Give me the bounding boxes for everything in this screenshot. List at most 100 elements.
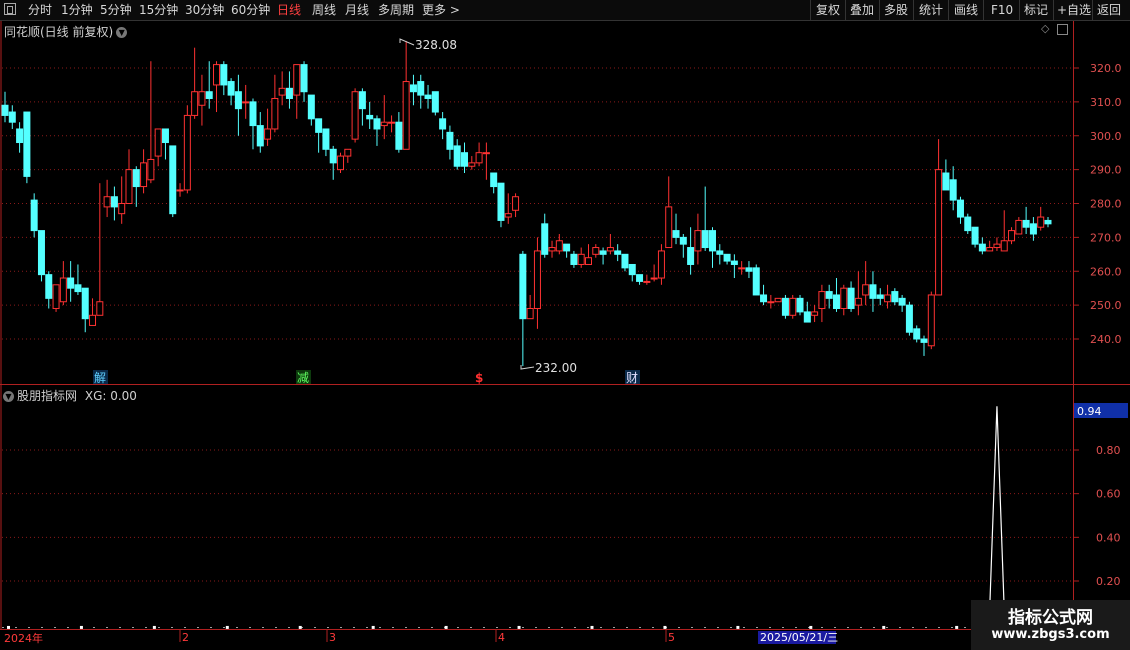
candle [482, 142, 490, 180]
candle [490, 172, 498, 194]
candle [854, 271, 862, 316]
candle [45, 271, 53, 309]
candle [23, 111, 31, 184]
y-tick-label: 320.0 [1090, 62, 1122, 75]
candle [840, 284, 848, 316]
y-tick-label: 0.80 [1096, 444, 1121, 457]
candle [161, 128, 169, 160]
month-label: 4 [498, 631, 505, 644]
candle [417, 74, 425, 109]
month-label: 2 [182, 631, 189, 644]
candle [337, 152, 345, 174]
candle [1015, 217, 1023, 235]
candle [74, 264, 82, 295]
low-price-label: 232.00 [535, 361, 577, 375]
candle [461, 142, 469, 174]
candle [395, 112, 403, 153]
candle [278, 71, 286, 106]
candle [373, 115, 381, 146]
watermark: 指标公式网 www.zbgs3.com [971, 600, 1130, 650]
y-tick-label: 260.0 [1090, 265, 1122, 278]
cursor-date-label: 2025/05/21/三 [760, 631, 838, 644]
candle [811, 305, 819, 323]
candle [563, 243, 571, 258]
candle [453, 139, 461, 170]
event-marker-text: $ [475, 371, 483, 385]
y-tick-label: 270.0 [1090, 231, 1122, 244]
candle [424, 84, 432, 109]
candle [723, 253, 731, 265]
candle [446, 125, 454, 160]
candle [818, 284, 826, 323]
event-marker-dividend[interactable]: $ [475, 371, 483, 385]
candle [614, 244, 622, 262]
candle [781, 294, 789, 319]
indicator-spike [988, 406, 1006, 631]
candle [125, 149, 133, 204]
candle [526, 294, 534, 320]
candle [555, 233, 563, 255]
candle [205, 61, 213, 109]
candle [716, 244, 724, 265]
candle [8, 105, 16, 129]
candle [1037, 206, 1045, 231]
candle [760, 284, 768, 306]
candle [832, 278, 840, 312]
candle [52, 284, 60, 312]
event-marker-unlock[interactable]: 解 [93, 370, 108, 385]
candle [606, 233, 614, 255]
candle [504, 193, 512, 224]
candle [30, 193, 38, 238]
candle [409, 74, 417, 106]
candle [752, 264, 760, 296]
candle [234, 74, 242, 136]
candle [1008, 227, 1016, 245]
event-marker-text: 财 [626, 371, 638, 385]
candle [169, 145, 177, 218]
y-tick-label: 240.0 [1090, 333, 1122, 346]
indicator-dot [225, 625, 229, 629]
candle [110, 186, 118, 221]
candle [1029, 217, 1037, 241]
candle [183, 105, 191, 194]
candle [701, 186, 709, 251]
candle [497, 182, 505, 228]
high-annotation: 328.08 [399, 38, 457, 52]
y-tick-label: 300.0 [1090, 130, 1122, 143]
candle [592, 244, 600, 258]
candle [37, 230, 45, 282]
price-chart[interactable]: 320.0 310.0 300.0 290.0 280.0 270.0 260.0 250.0… [0, 0, 1130, 650]
candle [847, 281, 855, 312]
candle [993, 237, 1001, 251]
candle [650, 264, 658, 282]
candle [89, 298, 97, 326]
event-marker-finance[interactable]: 财 [625, 370, 640, 385]
y-tick-label: 280.0 [1090, 198, 1122, 211]
indicator-dot [371, 625, 375, 629]
candle [730, 254, 738, 279]
candle [942, 159, 950, 191]
event-marker-reduce[interactable]: 减 [296, 370, 311, 385]
candle [475, 142, 483, 167]
indicator-dot [955, 625, 959, 629]
candle [358, 88, 366, 126]
indicator-dot [882, 625, 886, 629]
candle [271, 74, 279, 133]
indicator-dot [152, 625, 156, 629]
watermark-url: www.zbgs3.com [991, 627, 1110, 642]
candle [541, 213, 549, 258]
candle [103, 179, 111, 218]
candle [59, 261, 67, 306]
candle [67, 261, 75, 302]
candle [388, 115, 396, 133]
indicator-gridlines: 0.80 0.60 0.40 0.20 [2, 444, 1121, 588]
candle [293, 64, 301, 119]
candle [636, 274, 644, 285]
candle [191, 47, 199, 119]
candle [344, 148, 352, 163]
candle [242, 84, 250, 119]
candle [1, 91, 9, 123]
candle [956, 196, 964, 224]
candle [285, 71, 293, 109]
y-tick-label: 310.0 [1090, 96, 1122, 109]
